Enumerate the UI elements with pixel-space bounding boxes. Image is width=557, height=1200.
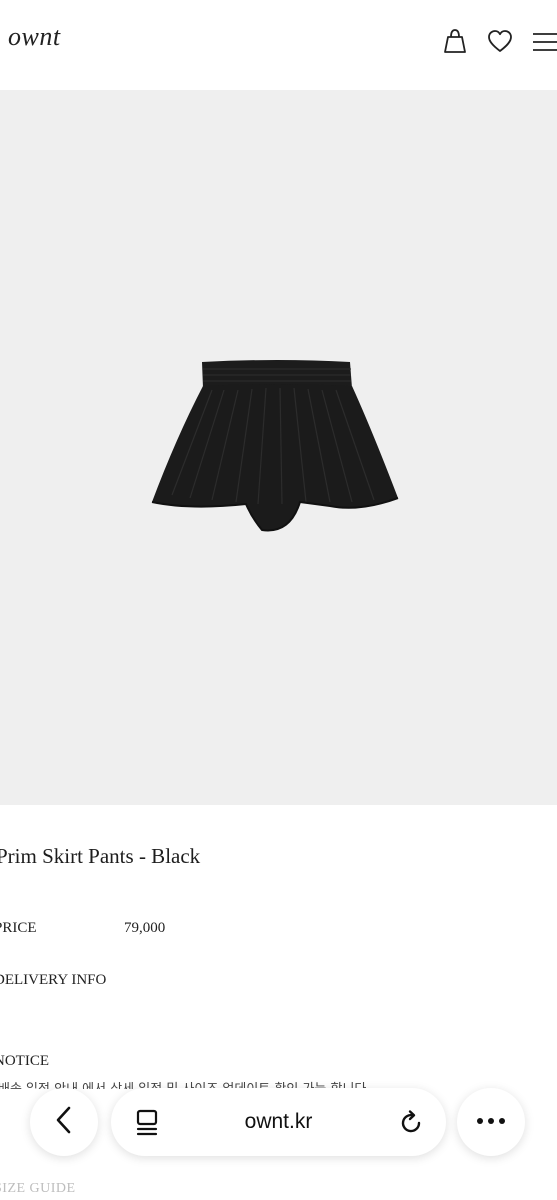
more-button[interactable] bbox=[457, 1088, 525, 1156]
product-page: ownt Prim Skirt Pants - Black RICE 79,00… bbox=[0, 0, 557, 1200]
skirt-pants-illustration bbox=[151, 360, 399, 532]
url-text[interactable]: ownt.kr bbox=[111, 1110, 446, 1134]
reload-icon[interactable] bbox=[397, 1109, 425, 1142]
delivery-info-toggle[interactable]: DELIVERY INFO bbox=[0, 972, 106, 989]
site-header: ownt bbox=[0, 0, 557, 90]
size-guide-toggle[interactable]: SIZE GUIDE bbox=[0, 1181, 76, 1197]
address-bar[interactable]: ownt.kr bbox=[111, 1088, 446, 1156]
back-icon bbox=[53, 1105, 75, 1140]
brand-logo[interactable]: ownt bbox=[8, 22, 61, 52]
product-image[interactable] bbox=[0, 90, 557, 805]
price-value: 79,000 bbox=[124, 920, 166, 936]
price-label: PRICE bbox=[0, 920, 37, 936]
menu-icon[interactable] bbox=[529, 26, 557, 56]
browser-toolbar: ownt.kr bbox=[0, 1086, 557, 1162]
shopping-bag-icon[interactable] bbox=[440, 26, 470, 56]
heart-icon[interactable] bbox=[485, 26, 515, 56]
notice-label: NOTICE bbox=[0, 1053, 49, 1069]
back-button[interactable] bbox=[30, 1088, 98, 1156]
more-icon bbox=[475, 1113, 507, 1131]
product-title: Prim Skirt Pants - Black bbox=[0, 844, 201, 868]
